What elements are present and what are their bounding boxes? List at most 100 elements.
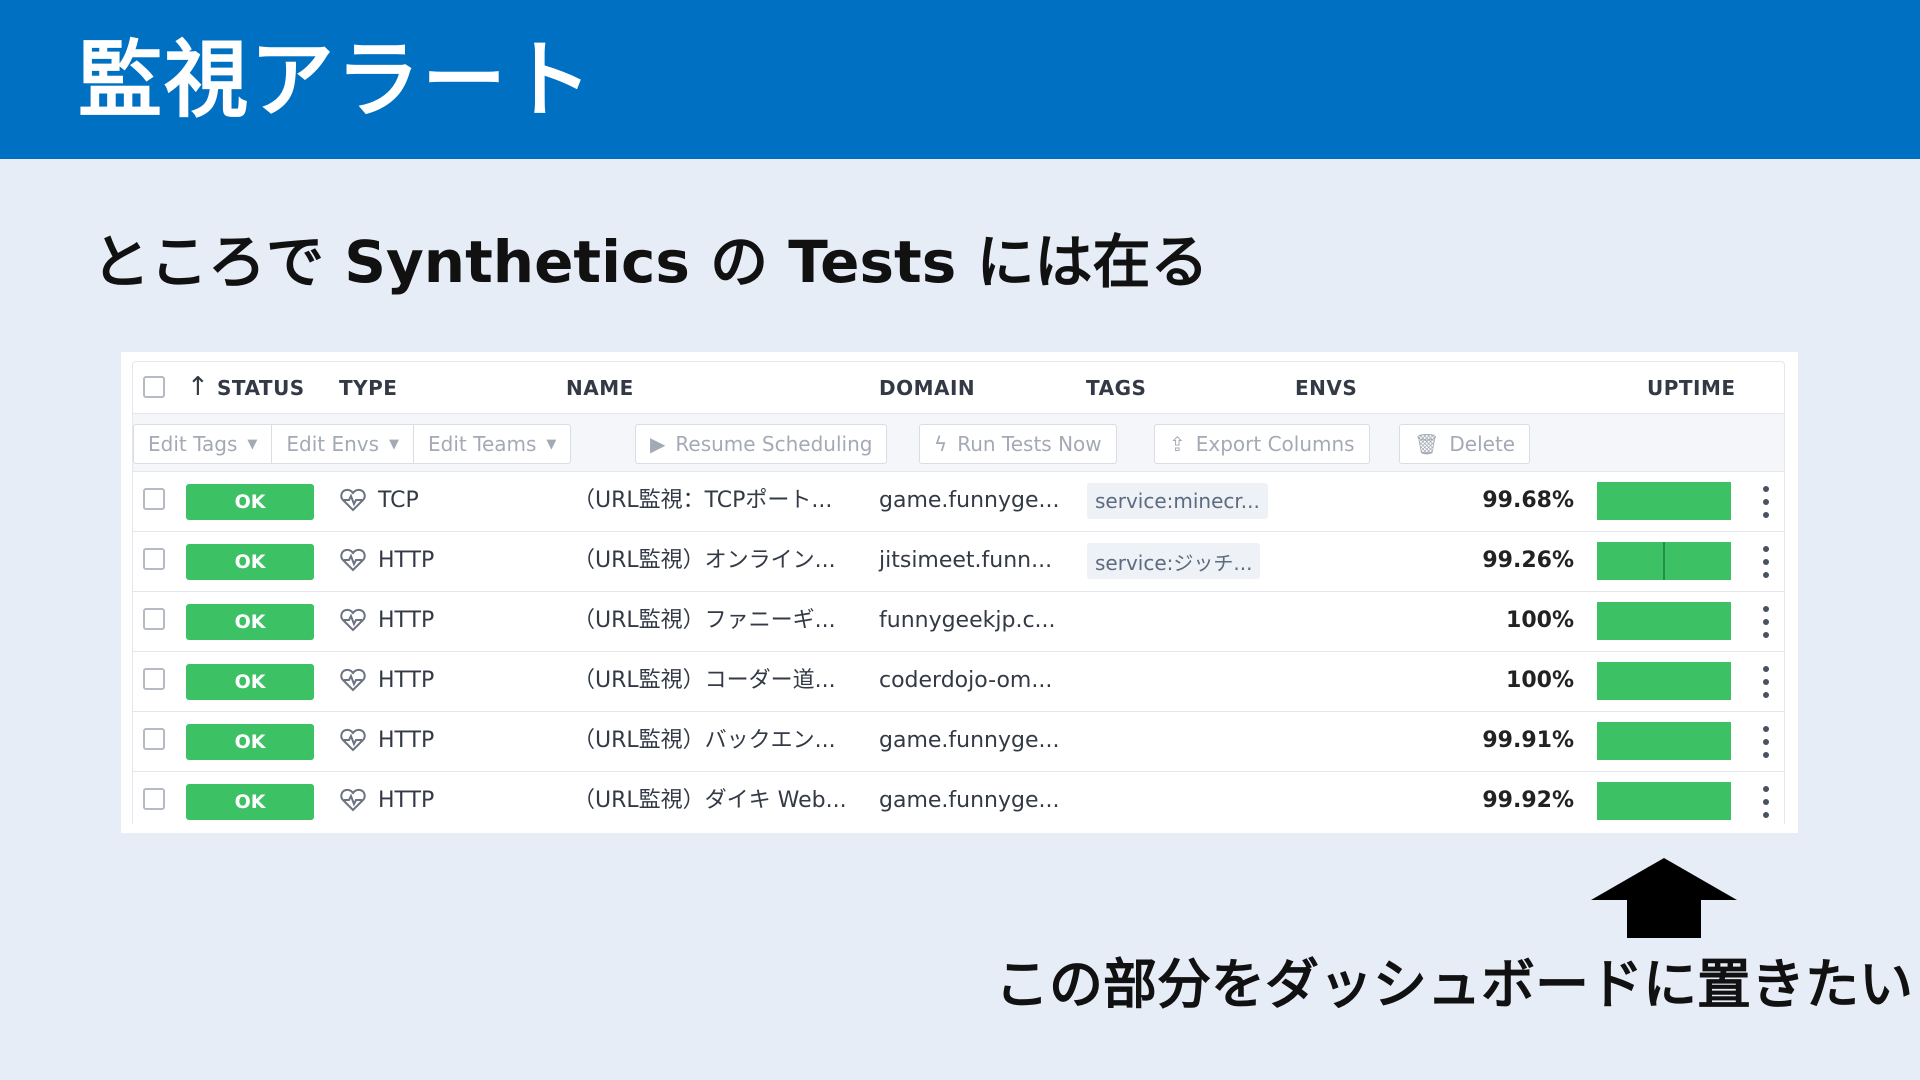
edit-envs-label: Edit Envs xyxy=(286,432,380,456)
uptime-bar[interactable] xyxy=(1597,722,1731,760)
heart-pulse-icon xyxy=(339,486,367,514)
uptime-bar[interactable] xyxy=(1597,542,1731,580)
export-columns-label: Export Columns xyxy=(1195,432,1355,456)
tag-chip[interactable]: service:minecr... xyxy=(1087,483,1268,519)
test-domain: game.funnyge... xyxy=(879,728,1060,753)
test-type: TCP xyxy=(378,488,419,513)
slide-title: 監視アラート xyxy=(78,31,595,129)
row-checkbox[interactable] xyxy=(143,488,165,510)
run-tests-now-label: Run Tests Now xyxy=(957,432,1102,456)
bulk-actions-toolbar: Edit Tags ▼ Edit Envs ▼ Edit Teams ▼ ▶ R… xyxy=(133,414,1784,472)
test-type: HTTP xyxy=(378,728,435,753)
status-badge: OK xyxy=(186,664,314,700)
uptime-bar[interactable] xyxy=(1597,602,1731,640)
trash-icon: 🗑 xyxy=(1414,432,1440,456)
tests-table: ↑ STATUS TYPE NAME DOMAIN TAGS ENVS UPTI… xyxy=(132,361,1785,831)
edit-teams-button[interactable]: Edit Teams ▼ xyxy=(414,425,570,463)
up-arrow-icon xyxy=(1591,858,1737,938)
test-domain: game.funnyge... xyxy=(879,788,1060,813)
column-uptime[interactable]: UPTIME xyxy=(1647,377,1736,399)
tests-table-panel: ↑ STATUS TYPE NAME DOMAIN TAGS ENVS UPTI… xyxy=(121,352,1798,833)
row-checkbox[interactable] xyxy=(143,668,165,690)
more-options-icon[interactable] xyxy=(1758,666,1774,698)
test-name-link[interactable]: （URL監視：TCPポート... xyxy=(573,488,832,514)
row-checkbox[interactable] xyxy=(143,548,165,570)
delete-label: Delete xyxy=(1449,432,1516,456)
export-columns-button[interactable]: ⇪ Export Columns xyxy=(1154,424,1370,464)
test-name-link[interactable]: （URL監視）オンライン... xyxy=(573,548,836,574)
column-tags[interactable]: TAGS xyxy=(1086,377,1146,399)
table-row[interactable]: OK HTTP （URL監視）ファニーギ... funnygeekjp.c... 100… xyxy=(133,592,1784,652)
table-row[interactable]: OK TCP （URL監視：TCPポート... game.funnyge... serv… xyxy=(133,472,1784,532)
tag-chip[interactable]: service:ジッチ... xyxy=(1087,543,1261,579)
edit-button-group: Edit Tags ▼ Edit Envs ▼ Edit Teams ▼ xyxy=(133,424,572,464)
column-name[interactable]: NAME xyxy=(566,377,634,399)
title-bar: 監視アラート xyxy=(0,0,1920,159)
heart-pulse-icon xyxy=(339,546,367,574)
row-checkbox[interactable] xyxy=(143,608,165,630)
edit-envs-button[interactable]: Edit Envs ▼ xyxy=(272,425,415,463)
lightning-icon: ϟ xyxy=(934,432,948,456)
chevron-down-icon: ▼ xyxy=(389,436,400,452)
edit-teams-label: Edit Teams xyxy=(428,432,537,456)
row-checkbox[interactable] xyxy=(143,728,165,750)
delete-button[interactable]: 🗑 Delete xyxy=(1399,424,1531,464)
column-type[interactable]: TYPE xyxy=(339,377,397,399)
export-icon: ⇪ xyxy=(1169,432,1186,456)
test-domain: game.funnyge... xyxy=(879,488,1060,513)
status-badge: OK xyxy=(186,544,314,580)
status-badge: OK xyxy=(186,724,314,760)
uptime-value: 99.68% xyxy=(1482,488,1574,513)
test-domain: coderdojo-om... xyxy=(879,668,1053,693)
uptime-value: 100% xyxy=(1506,668,1574,693)
test-name-link[interactable]: （URL監視）ファニーギ... xyxy=(573,608,836,634)
more-options-icon[interactable] xyxy=(1758,546,1774,578)
run-tests-now-button[interactable]: ϟ Run Tests Now xyxy=(919,424,1117,464)
test-name-link[interactable]: （URL監視）ダイキ Web... xyxy=(573,788,847,814)
test-type: HTTP xyxy=(378,608,435,633)
edit-tags-label: Edit Tags xyxy=(148,432,238,456)
uptime-value: 99.91% xyxy=(1482,728,1574,753)
heart-pulse-icon xyxy=(339,786,367,814)
resume-scheduling-label: Resume Scheduling xyxy=(675,432,873,456)
uptime-value: 99.92% xyxy=(1482,788,1574,813)
heart-pulse-icon xyxy=(339,666,367,694)
uptime-bar[interactable] xyxy=(1597,782,1731,820)
test-domain: jitsimeet.funn... xyxy=(879,548,1053,573)
more-options-icon[interactable] xyxy=(1758,786,1774,818)
chevron-down-icon: ▼ xyxy=(247,436,258,452)
select-all-checkbox[interactable] xyxy=(143,376,165,398)
uptime-dip-mark xyxy=(1663,542,1665,580)
status-badge: OK xyxy=(186,484,314,520)
uptime-value: 99.26% xyxy=(1482,548,1574,573)
chevron-down-icon: ▼ xyxy=(546,436,557,452)
test-name-link[interactable]: （URL監視）コーダー道... xyxy=(573,668,836,694)
more-options-icon[interactable] xyxy=(1758,606,1774,638)
row-checkbox[interactable] xyxy=(143,788,165,810)
table-row[interactable]: OK HTTP （URL監視）オンライン... jitsimeet.funn... se… xyxy=(133,532,1784,592)
test-type: HTTP xyxy=(378,788,435,813)
status-badge: OK xyxy=(186,784,314,820)
table-row[interactable]: OK HTTP （URL監視）バックエン... game.funnyge... 99.9… xyxy=(133,712,1784,772)
table-row[interactable]: OK HTTP （URL監視）ダイキ Web... game.funnyge... 99… xyxy=(133,772,1784,831)
heart-pulse-icon xyxy=(339,606,367,634)
uptime-value: 100% xyxy=(1506,608,1574,633)
play-icon: ▶ xyxy=(650,432,666,456)
column-envs[interactable]: ENVS xyxy=(1295,377,1357,399)
callout-note: この部分をダッシュボードに置きたい！ xyxy=(995,953,1920,1016)
sort-ascending-icon[interactable]: ↑ xyxy=(187,373,209,401)
resume-scheduling-button[interactable]: ▶ Resume Scheduling xyxy=(635,424,888,464)
column-status[interactable]: STATUS xyxy=(217,377,305,399)
uptime-bar[interactable] xyxy=(1597,482,1731,520)
slide-subtitle: ところで Synthetics の Tests には在る xyxy=(92,228,1209,296)
test-type: HTTP xyxy=(378,668,435,693)
table-header: ↑ STATUS TYPE NAME DOMAIN TAGS ENVS UPTI… xyxy=(133,362,1784,414)
heart-pulse-icon xyxy=(339,726,367,754)
uptime-bar[interactable] xyxy=(1597,662,1731,700)
table-row[interactable]: OK HTTP （URL監視）コーダー道... coderdojo-om... 100% xyxy=(133,652,1784,712)
column-domain[interactable]: DOMAIN xyxy=(879,377,975,399)
more-options-icon[interactable] xyxy=(1758,486,1774,518)
edit-tags-button[interactable]: Edit Tags ▼ xyxy=(134,425,273,463)
more-options-icon[interactable] xyxy=(1758,726,1774,758)
test-name-link[interactable]: （URL監視）バックエン... xyxy=(573,728,836,754)
